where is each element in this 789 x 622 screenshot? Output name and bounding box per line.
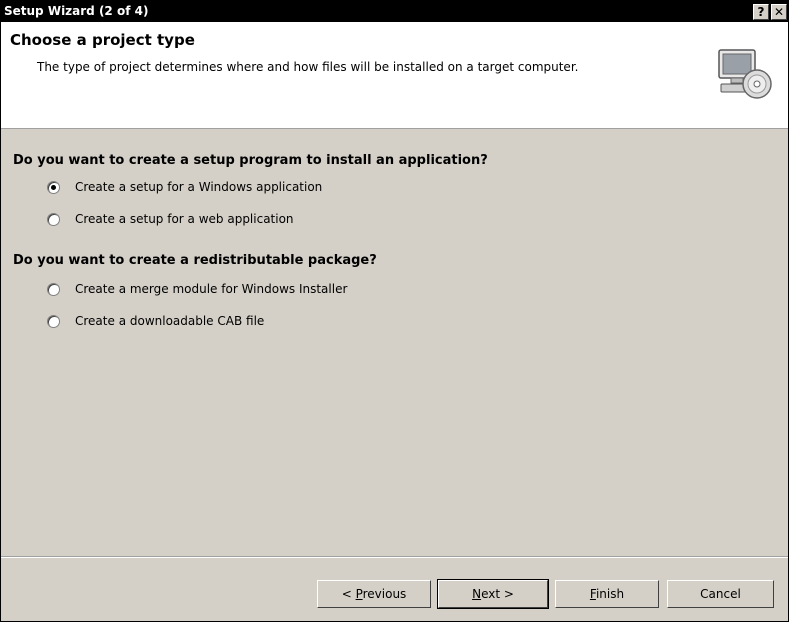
radio-web-application[interactable] <box>47 213 60 226</box>
question-redistributable: Do you want to create a redistributable … <box>13 253 377 268</box>
previous-button[interactable]: < Previous <box>317 580 431 608</box>
finish-rest: inish <box>595 587 625 601</box>
radio-merge-module[interactable] <box>47 283 60 296</box>
wizard-content: Do you want to create a setup program to… <box>1 129 788 556</box>
previous-rest: revious <box>362 587 407 601</box>
previous-prefix: < <box>341 587 356 601</box>
page-title: Choose a project type <box>10 31 195 49</box>
next-rest: ext > <box>481 587 514 601</box>
next-mnemonic: N <box>472 587 482 601</box>
help-button[interactable]: ? <box>753 4 769 20</box>
setup-wizard-dialog: Setup Wizard (2 of 4) ? ✕ Choose a proje… <box>0 0 789 622</box>
radio-windows-application[interactable] <box>47 181 60 194</box>
wizard-header: Choose a project type The type of projec… <box>1 22 788 129</box>
page-description: The type of project determines where and… <box>37 60 579 74</box>
previous-mnemonic: P <box>355 587 363 601</box>
radio-cab-file[interactable] <box>47 315 60 328</box>
option-label: Create a merge module for Windows Instal… <box>75 282 348 296</box>
cancel-button[interactable]: Cancel <box>667 580 774 608</box>
computer-cd-icon <box>718 49 772 99</box>
footer-divider <box>1 556 788 558</box>
question-setup-program: Do you want to create a setup program to… <box>13 153 488 168</box>
title-bar[interactable]: Setup Wizard (2 of 4) ? ✕ <box>1 1 788 22</box>
option-label: Create a downloadable CAB file <box>75 314 265 328</box>
window-title: Setup Wizard (2 of 4) <box>4 4 149 18</box>
option-label: Create a setup for a web application <box>75 212 294 226</box>
option-label: Create a setup for a Windows application <box>75 180 323 194</box>
next-button[interactable]: Next > <box>437 579 549 609</box>
close-button[interactable]: ✕ <box>771 4 787 20</box>
finish-button[interactable]: Finish <box>555 580 659 608</box>
